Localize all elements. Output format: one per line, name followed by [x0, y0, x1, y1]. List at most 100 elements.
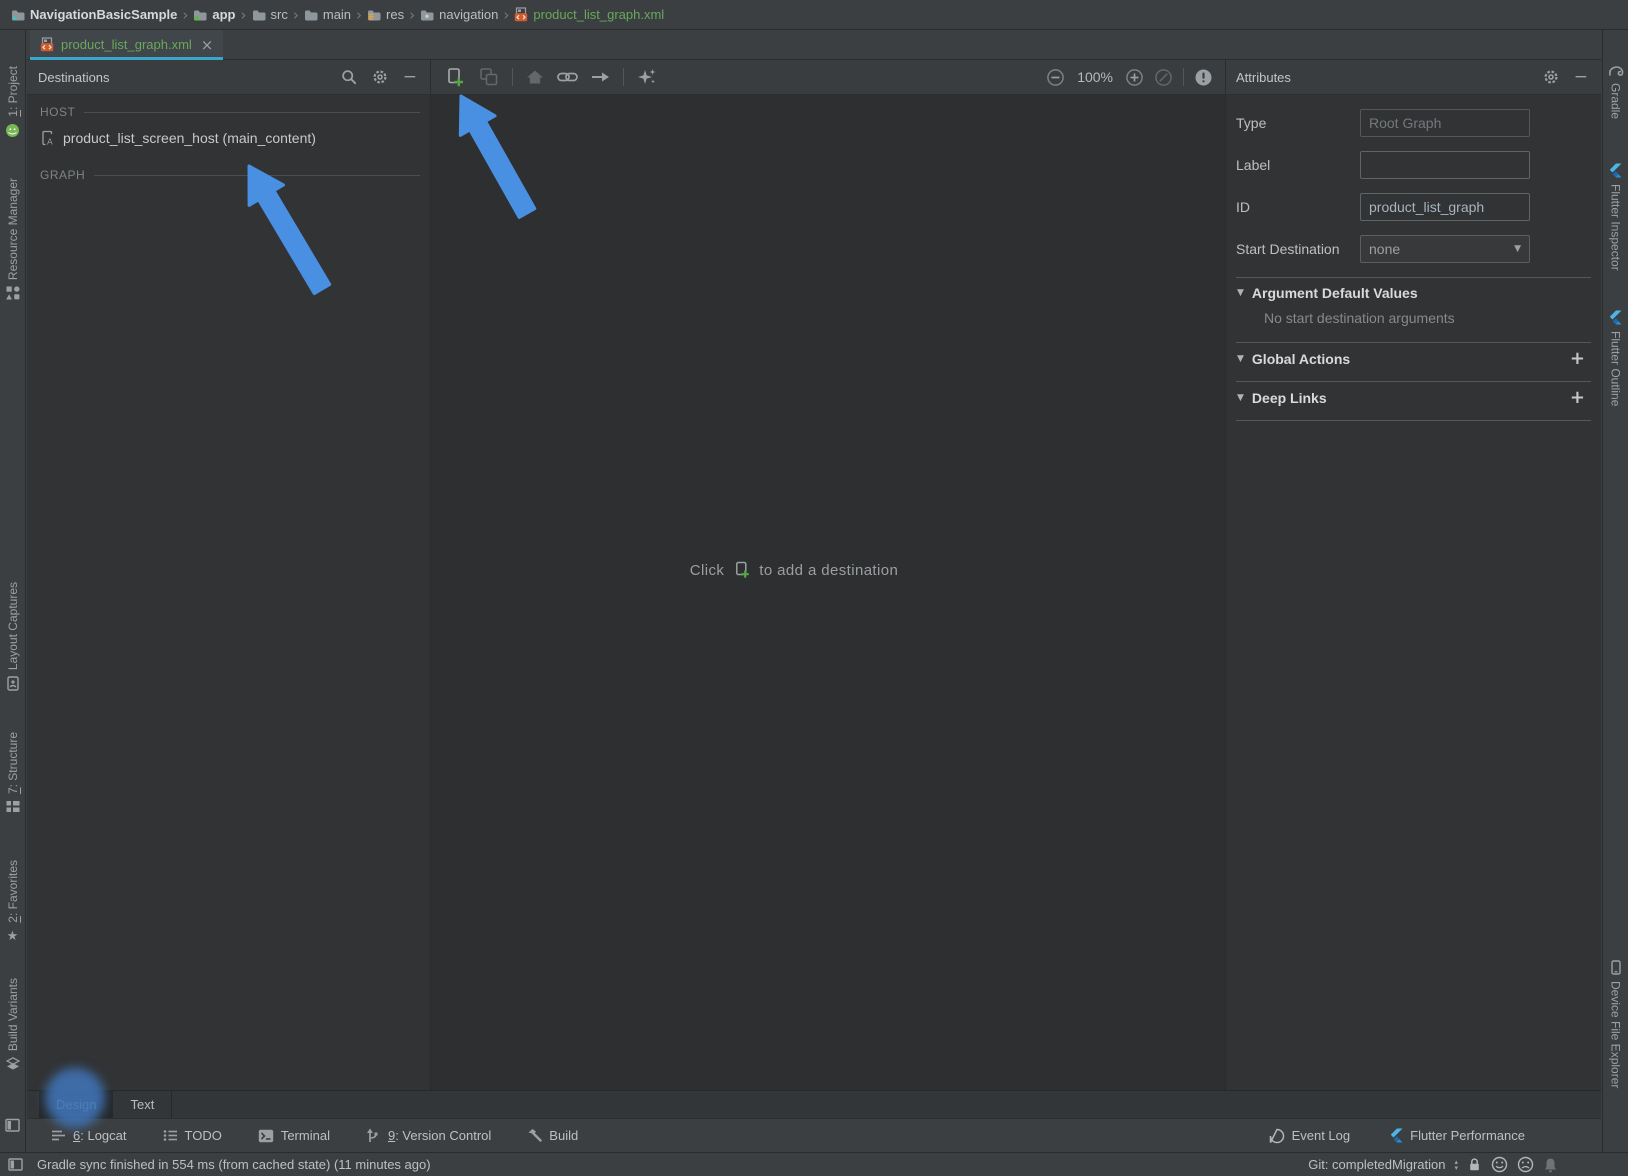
deep-links-section[interactable]: ▼ Deep Links + — [1226, 382, 1601, 413]
tool-window-switcher-icon[interactable] — [5, 1118, 21, 1133]
add-destination-button[interactable] — [445, 67, 466, 88]
chevron-separator-icon: › — [500, 6, 512, 24]
breadcrumb-project[interactable]: NavigationBasicSample — [9, 7, 179, 22]
add-deep-link-button[interactable]: + — [1570, 389, 1585, 407]
sidebar-item-project[interactable]: 1: Project — [0, 66, 25, 138]
nested-graph-button[interactable] — [479, 67, 499, 87]
android-project-icon — [5, 123, 20, 138]
toolbar-separator — [512, 68, 513, 86]
event-log-icon — [1269, 1128, 1285, 1144]
folder-icon — [420, 9, 434, 21]
attr-row-type: Type Root Graph — [1226, 102, 1601, 144]
link-button[interactable] — [557, 70, 578, 84]
right-tool-strip: Gradle Flutter Inspector Flutter Outline… — [1602, 30, 1628, 1152]
star-icon: ★ — [7, 929, 19, 944]
host-item[interactable]: A product_list_screen_host (main_content… — [27, 122, 430, 152]
collapse-icon[interactable]: ▼ — [1237, 288, 1244, 298]
id-label: ID — [1236, 199, 1360, 215]
navigation-canvas: 100% Click to add a destination — [431, 60, 1225, 1090]
zoom-out-button[interactable] — [1046, 68, 1065, 87]
breadcrumb-file[interactable]: product_list_graph.xml — [512, 7, 666, 22]
sidebar-item-resource-manager[interactable]: Resource Manager — [0, 178, 25, 300]
device-file-explorer-icon — [1609, 960, 1623, 975]
toolwindow-event-log[interactable]: Event Log — [1269, 1128, 1351, 1144]
sidebar-item-favorites[interactable]: 2: Favorites ★ — [0, 860, 25, 944]
section-separator — [1236, 420, 1591, 421]
zoom-to-fit-button[interactable] — [1154, 68, 1173, 87]
sidebar-item-device-file-explorer[interactable]: Device File Explorer — [1603, 960, 1628, 1088]
home-button[interactable] — [526, 69, 544, 85]
tab-product-list-graph[interactable]: product_list_graph.xml × — [30, 30, 223, 59]
zoom-level: 100% — [1075, 69, 1115, 85]
chevron-separator-icon: › — [406, 6, 418, 24]
destinations-header: Destinations − — [27, 60, 430, 95]
action-arrow-button[interactable] — [591, 70, 610, 84]
lock-icon[interactable] — [1467, 1157, 1482, 1172]
sad-face-icon[interactable] — [1517, 1156, 1534, 1173]
sidebar-item-layout-captures[interactable]: Layout Captures — [0, 582, 25, 691]
svg-text:A: A — [47, 137, 53, 147]
collapse-icon[interactable]: ▼ — [1237, 393, 1244, 403]
hide-panel-icon[interactable]: − — [403, 69, 417, 86]
gear-icon[interactable] — [372, 69, 388, 85]
add-global-action-button[interactable]: + — [1570, 350, 1585, 368]
sidebar-item-build-variants[interactable]: Build Variants — [0, 978, 25, 1071]
flutter-icon — [1609, 310, 1622, 325]
breadcrumb-app[interactable]: app — [191, 7, 237, 22]
breadcrumb-src[interactable]: src — [250, 7, 290, 22]
gear-icon[interactable] — [1543, 69, 1559, 85]
sidebar-item-gradle[interactable]: Gradle — [1603, 64, 1628, 119]
search-icon[interactable] — [341, 69, 357, 85]
sidebar-item-flutter-inspector[interactable]: Flutter Inspector — [1603, 163, 1628, 271]
breadcrumb-navigation[interactable]: navigation — [418, 7, 500, 22]
happy-face-icon[interactable] — [1491, 1156, 1508, 1173]
graph-section-header: GRAPH — [27, 152, 430, 185]
label-label: Label — [1236, 157, 1360, 173]
toolwindow-terminal[interactable]: Terminal — [258, 1128, 330, 1143]
toolwindow-todo[interactable]: TODO — [163, 1128, 222, 1143]
sidebar-item-flutter-outline[interactable]: Flutter Outline — [1603, 310, 1628, 406]
auto-arrange-button[interactable] — [637, 67, 657, 87]
breadcrumb-main[interactable]: main — [302, 7, 353, 22]
argument-default-values-section[interactable]: ▼ Argument Default Values — [1226, 278, 1601, 307]
attr-row-label: Label — [1226, 144, 1601, 186]
start-destination-label: Start Destination — [1236, 241, 1360, 257]
main-area: product_list_graph.xml × Destinations − — [27, 30, 1601, 1152]
section-rule — [84, 112, 420, 113]
global-actions-section[interactable]: ▼ Global Actions + — [1226, 343, 1601, 374]
module-folder-icon — [193, 9, 207, 21]
tab-text[interactable]: Text — [113, 1091, 171, 1118]
hide-panel-icon[interactable]: − — [1574, 69, 1588, 86]
toolwindow-build[interactable]: Build — [527, 1128, 578, 1143]
close-icon[interactable]: × — [201, 36, 214, 54]
fragment-icon: A — [40, 130, 55, 146]
sidebar-item-structure[interactable]: 7: Structure — [0, 732, 25, 813]
toolwindow-version-control[interactable]: 9: Version Control — [366, 1128, 491, 1143]
label-field[interactable] — [1360, 151, 1530, 179]
tab-label: product_list_graph.xml — [61, 37, 192, 52]
section-rule — [94, 175, 420, 176]
folder-icon — [304, 9, 318, 21]
issues-warning-icon[interactable] — [1194, 68, 1213, 87]
tab-design[interactable]: Design — [39, 1091, 113, 1118]
collapse-icon[interactable]: ▼ — [1237, 354, 1244, 364]
todo-list-icon — [163, 1129, 178, 1142]
attr-row-id: ID product_list_graph — [1226, 186, 1601, 228]
status-message: Gradle sync finished in 554 ms (from cac… — [37, 1157, 431, 1172]
toolwindow-toggle-icon[interactable] — [8, 1158, 23, 1171]
start-destination-select[interactable]: none ▼ — [1360, 235, 1530, 263]
zoom-in-button[interactable] — [1125, 68, 1144, 87]
breadcrumb-res[interactable]: res — [365, 7, 406, 22]
chevron-down-icon: ▼ — [1514, 244, 1521, 254]
flutter-icon — [1609, 163, 1622, 178]
host-section-header: HOST — [27, 95, 430, 122]
git-branch-label[interactable]: Git: completedMigration — [1308, 1157, 1445, 1172]
attributes-panel: Attributes − Type Root Graph Label — [1225, 60, 1601, 1090]
id-field[interactable]: product_list_graph — [1360, 193, 1530, 221]
terminal-icon — [258, 1129, 274, 1143]
canvas-surface[interactable]: Click to add a destination — [431, 95, 1225, 1090]
toolwindow-flutter-performance[interactable]: Flutter Performance — [1390, 1128, 1525, 1143]
toolwindow-logcat[interactable]: 6: Logcat — [51, 1128, 127, 1143]
notifications-icon[interactable] — [1543, 1157, 1558, 1173]
version-control-icon — [366, 1128, 381, 1143]
